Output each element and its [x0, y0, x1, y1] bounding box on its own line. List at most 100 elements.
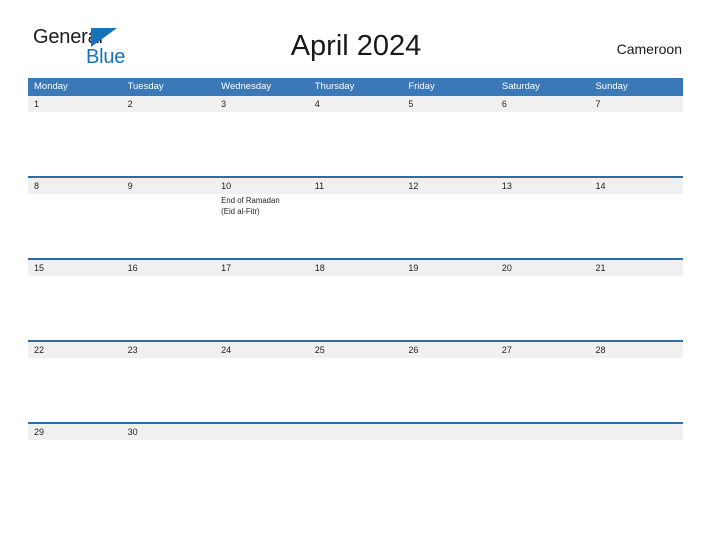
weekday-monday: Monday — [34, 81, 68, 92]
calendar-grid: Monday Tuesday Wednesday Thursday Friday… — [28, 78, 683, 442]
date-number[interactable]: 21 — [589, 260, 683, 276]
weekday-friday: Friday — [408, 81, 435, 92]
day-cell[interactable] — [309, 194, 403, 258]
date-number[interactable]: 9 — [122, 178, 216, 194]
date-number[interactable]: 27 — [496, 342, 590, 358]
day-cell[interactable] — [122, 276, 216, 340]
week-date-band: 29 30 — [28, 424, 683, 440]
week-date-band: 22 23 24 25 26 27 28 — [28, 342, 683, 358]
country-label: Cameroon — [616, 41, 682, 57]
date-number[interactable]: 3 — [215, 96, 309, 112]
week-event-band: End of Ramadan (Eid al-Fitr) — [28, 194, 683, 258]
day-cell[interactable] — [496, 194, 590, 258]
date-number-empty — [215, 424, 309, 440]
day-cell[interactable] — [496, 112, 590, 176]
calendar-week-row: 1234567 — [28, 96, 683, 176]
calendar-week-row: 29 30 — [28, 422, 683, 442]
day-cell[interactable] — [215, 276, 309, 340]
date-number[interactable]: 7 — [589, 96, 683, 112]
day-cell[interactable] — [402, 194, 496, 258]
week-event-band — [28, 358, 683, 422]
date-number[interactable]: 17 — [215, 260, 309, 276]
event-text: (Eid al-Fitr) — [221, 206, 260, 216]
page-header: General Blue April 2024 Cameroon — [0, 0, 712, 67]
date-number-empty — [402, 424, 496, 440]
day-cell[interactable] — [215, 440, 309, 442]
day-cell[interactable] — [309, 112, 403, 176]
date-number[interactable]: 15 — [28, 260, 122, 276]
day-cell[interactable] — [309, 440, 403, 442]
date-number[interactable]: 20 — [496, 260, 590, 276]
weekday-wednesday: Wednesday — [221, 81, 272, 92]
date-number[interactable]: 11 — [309, 178, 403, 194]
calendar-week-row: 8 9 10 11 12 13 14 End of Ramadan (Eid al-Fitr) — [28, 176, 683, 258]
date-number[interactable]: 8 — [28, 178, 122, 194]
weekday-thursday: Thursday — [314, 81, 355, 92]
date-number[interactable]: 28 — [589, 342, 683, 358]
calendar-weeks: 1 2 3 4 5 6 7 8 9 10 11 12 13 14 End of Ramadan (Eid al… — [28, 96, 683, 442]
day-cell[interactable] — [215, 358, 309, 422]
calendar-week-row: 15 16 17 18 19 20 21 — [28, 258, 683, 340]
day-cell[interactable] — [589, 358, 683, 422]
day-cell[interactable] — [309, 358, 403, 422]
day-cell[interactable] — [215, 112, 309, 176]
date-number[interactable]: 13 — [496, 178, 590, 194]
date-number[interactable]: 5 — [402, 96, 496, 112]
week-date-band: 15 16 17 18 19 20 21 — [28, 260, 683, 276]
day-cell[interactable] — [28, 358, 122, 422]
date-number[interactable]: 6 — [496, 96, 590, 112]
date-number[interactable]: 12 — [402, 178, 496, 194]
date-number-empty — [496, 424, 590, 440]
date-number[interactable]: 18 — [309, 260, 403, 276]
day-cell[interactable]: End of Ramadan (Eid al-Fitr) — [215, 194, 309, 258]
date-number[interactable]: 4 — [309, 96, 403, 112]
day-cell[interactable] — [402, 440, 496, 442]
day-cell[interactable] — [28, 276, 122, 340]
calendar-week-row: 22 23 24 25 26 27 28 — [28, 340, 683, 422]
date-number-empty — [589, 424, 683, 440]
day-cell[interactable] — [122, 440, 216, 442]
day-cell[interactable] — [309, 276, 403, 340]
date-number-empty — [309, 424, 403, 440]
date-number[interactable]: 25 — [309, 342, 403, 358]
date-number[interactable]: 26 — [402, 342, 496, 358]
date-number[interactable]: 23 — [122, 342, 216, 358]
week-date-band: 1234567 — [28, 96, 683, 112]
date-number[interactable]: 22 — [28, 342, 122, 358]
day-cell[interactable] — [402, 112, 496, 176]
day-cell[interactable] — [402, 358, 496, 422]
week-event-band — [28, 112, 683, 176]
day-cell[interactable] — [496, 440, 590, 442]
date-number[interactable]: 30 — [122, 424, 216, 440]
day-cell[interactable] — [589, 112, 683, 176]
day-cell[interactable] — [496, 276, 590, 340]
day-cell[interactable] — [122, 112, 216, 176]
day-cell[interactable] — [496, 358, 590, 422]
weekday-sunday: Sunday — [595, 81, 628, 92]
day-cell[interactable] — [28, 440, 122, 442]
week-event-band — [28, 440, 683, 442]
weekday-header-row: Monday Tuesday Wednesday Thursday Friday… — [28, 78, 683, 96]
day-cell[interactable] — [589, 440, 683, 442]
day-cell[interactable] — [28, 112, 122, 176]
day-cell[interactable] — [589, 276, 683, 340]
date-number[interactable]: 29 — [28, 424, 122, 440]
event-text: End of Ramadan — [221, 196, 280, 205]
weekday-tuesday: Tuesday — [127, 81, 164, 92]
date-number[interactable]: 24 — [215, 342, 309, 358]
date-number[interactable]: 16 — [122, 260, 216, 276]
date-number[interactable]: 1 — [28, 96, 122, 112]
week-date-band: 8 9 10 11 12 13 14 — [28, 178, 683, 194]
day-cell[interactable] — [122, 194, 216, 258]
day-cell[interactable] — [28, 194, 122, 258]
weekday-saturday: Saturday — [501, 81, 540, 92]
day-cell[interactable] — [122, 358, 216, 422]
date-number[interactable]: 10 — [215, 178, 309, 194]
date-number[interactable]: 2 — [122, 96, 216, 112]
date-number[interactable]: 14 — [589, 178, 683, 194]
day-cell[interactable] — [402, 276, 496, 340]
day-cell[interactable] — [589, 194, 683, 258]
page-title: April 2024 — [290, 30, 422, 62]
date-number[interactable]: 19 — [402, 260, 496, 276]
week-event-band — [28, 276, 683, 340]
